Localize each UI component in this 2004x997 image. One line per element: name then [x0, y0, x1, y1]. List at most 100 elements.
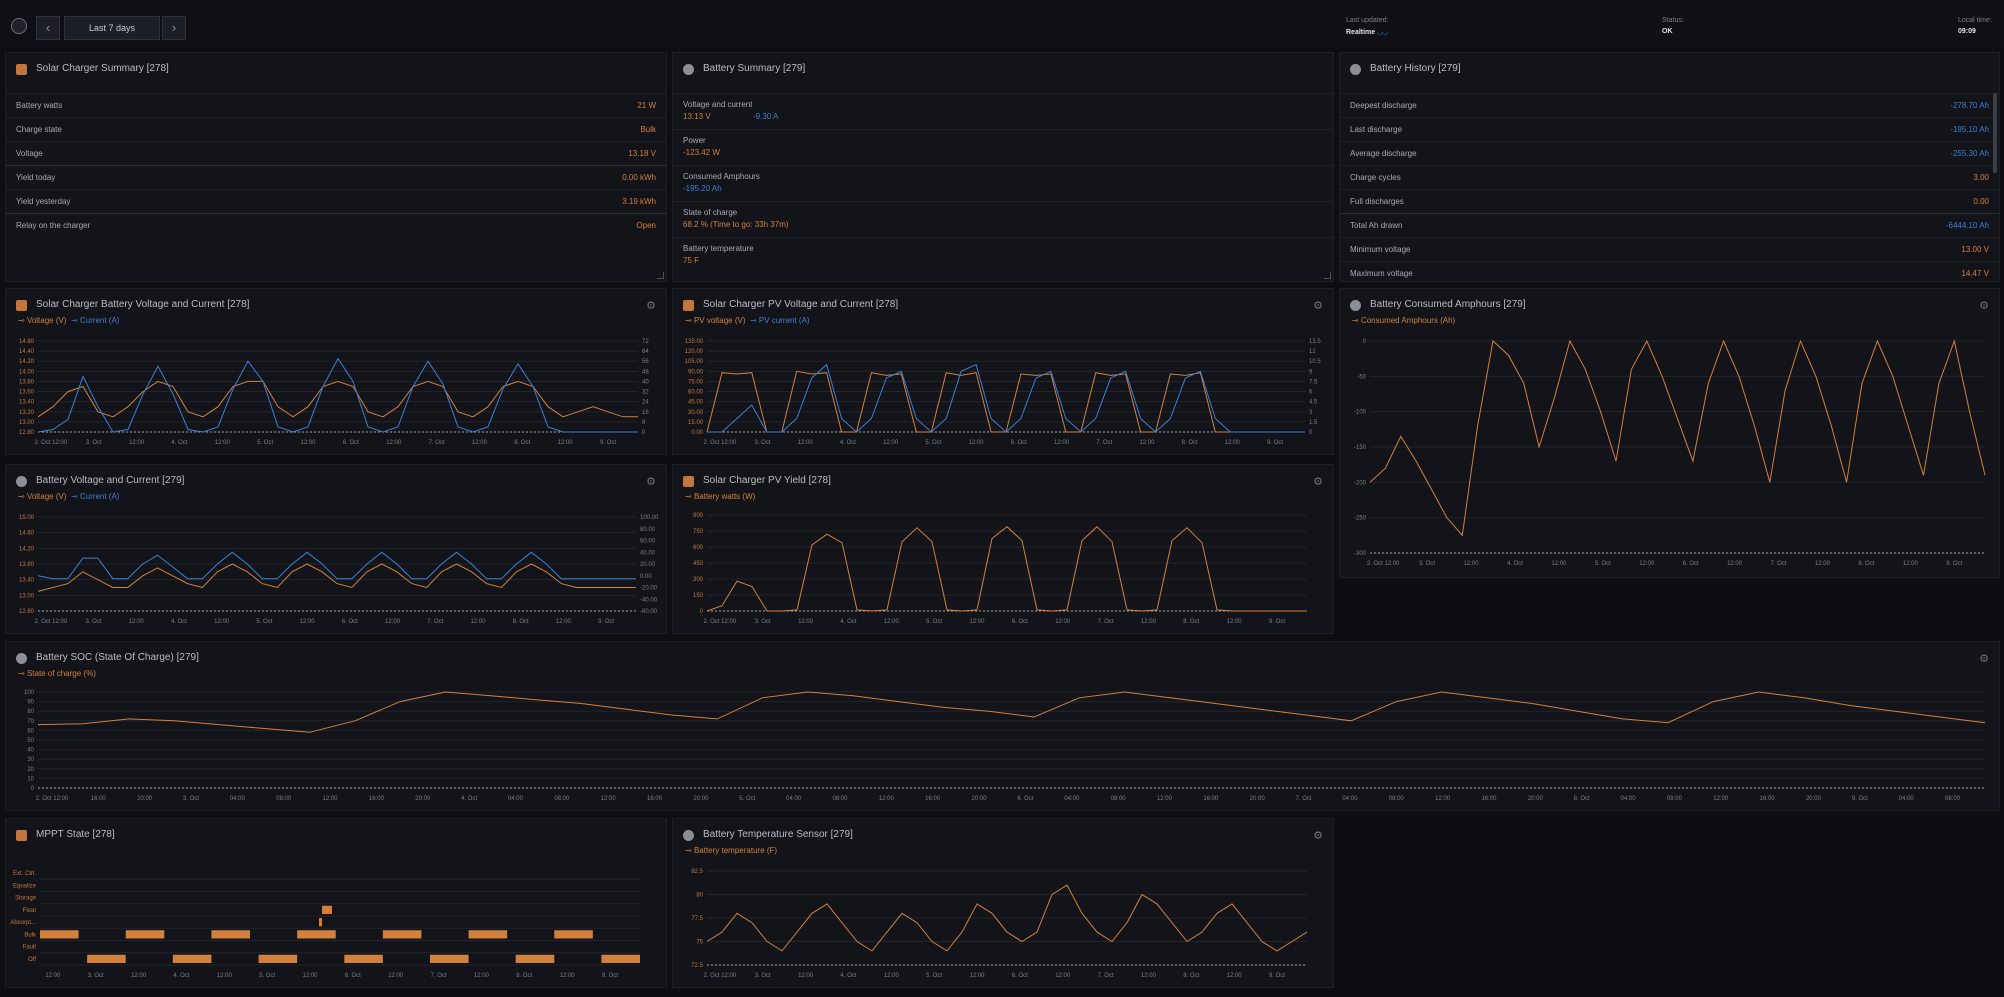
x-tick-label: 12:00: [302, 973, 318, 979]
y-right-tick-label: 12: [1309, 349, 1316, 355]
y-tick-label: 60.00: [688, 390, 704, 396]
legend-consumed[interactable]: ⊸ Consumed Amphours (Ah): [1352, 316, 1455, 325]
x-tick-label: 6. Oct: [1012, 619, 1028, 625]
local-time: Local time: 09:09: [1958, 17, 1992, 35]
battery-icon: [683, 830, 694, 841]
x-tick-label: 12:00: [883, 440, 899, 446]
current-value: -9.30 A: [753, 112, 779, 121]
x-tick-label: 9. Oct: [1267, 440, 1283, 446]
x-tick-label: 6. Oct: [1011, 440, 1027, 446]
solar-charger-icon: [16, 64, 27, 75]
x-tick-label: 6. Oct: [1683, 561, 1699, 567]
legend-soc[interactable]: ⊸ State of charge (%): [18, 669, 96, 678]
x-tick-label: 12:00: [969, 619, 985, 625]
logo-icon[interactable]: [11, 18, 27, 34]
x-tick-label: 7. Oct: [1098, 619, 1114, 625]
x-tick-label: 12:00: [385, 619, 401, 625]
solar-charger-icon: [16, 300, 27, 311]
y-right-tick-label: 1.5: [1309, 420, 1318, 426]
gear-icon[interactable]: ⚙: [1313, 299, 1323, 312]
x-tick-label: 9. Oct: [602, 973, 618, 979]
scrollbar[interactable]: [1993, 93, 1997, 173]
y-right-tick-label: 48: [642, 369, 649, 375]
y-right-tick-label: 9: [1309, 369, 1313, 375]
y-tick-label: 900: [693, 513, 704, 519]
mppt-state-panel: Ext. Ctrl. Equalize Storage Float Absorpt...…: [5, 818, 667, 988]
x-tick-label: 12:00: [386, 440, 402, 446]
bulk-bar: [382, 930, 422, 939]
x-tick-label: 7. Oct: [1096, 440, 1112, 446]
list-item: Battery watts 21 W: [6, 93, 666, 117]
y-tick-label: 600: [693, 545, 704, 551]
x-tick-label: 2. Oct 12:00: [704, 973, 737, 979]
x-tick-label: 4. Oct: [840, 619, 856, 625]
legend-voltage[interactable]: ⊸ Voltage (V): [18, 492, 67, 501]
y-right-tick-label: 0: [1309, 430, 1313, 436]
legend-pv-voltage[interactable]: ⊸ PV voltage (V): [685, 316, 746, 325]
x-tick-label: 04:00: [786, 796, 802, 802]
time-range-button[interactable]: Last 7 days: [64, 16, 160, 40]
battery-icon: [1350, 64, 1361, 75]
y-right-tick-label: 80.00: [640, 527, 656, 533]
gear-icon[interactable]: ⚙: [1313, 475, 1323, 488]
legend-voltage[interactable]: ⊸ Voltage (V): [18, 316, 67, 325]
x-tick-label: 12:00: [300, 619, 316, 625]
y-right-tick-label: 72: [642, 339, 649, 345]
y-tick-label: 70: [27, 719, 34, 725]
legend-battery-watts[interactable]: ⊸ Battery watts (W): [685, 492, 755, 501]
x-tick-label: 2. Oct 12:00: [34, 619, 67, 625]
resize-handle[interactable]: [1324, 272, 1331, 279]
x-tick-label: 12:00: [1225, 440, 1241, 446]
y-right-tick-label: 40.00: [640, 550, 656, 556]
off-bar: [87, 954, 126, 963]
gear-icon[interactable]: ⚙: [1979, 652, 1989, 665]
status-label: Status:: [1662, 17, 1684, 24]
x-tick-label: 12:00: [1435, 796, 1451, 802]
list-item: Minimum voltage 13.00 V: [1340, 237, 1999, 261]
legend-temperature[interactable]: ⊸ Battery temperature (F): [685, 846, 777, 855]
gear-icon[interactable]: ⚙: [646, 299, 656, 312]
chart-svg: 14.60 14.40 14.20 14.00 13.80 13.60 13.40 13.20…: [19, 339, 649, 446]
soc-value: 68.2 % (Time to go: 33h 37m): [683, 220, 789, 229]
local-time-value: 09:09: [1958, 28, 1976, 35]
x-tick-label: 08:00: [276, 796, 292, 802]
chart-svg: 900 750 600 450 300 150 02. Oct 12:00 3. Oct 12:…: [693, 513, 1307, 625]
x-tick-label: 12:00: [472, 440, 488, 446]
y-right-tick-label: 7.5: [1309, 379, 1318, 385]
chart-legend: ⊸ Voltage (V) ⊸ Current (A): [18, 492, 119, 501]
x-tick-label: 2. Oct 12:00: [703, 440, 736, 446]
state-label: Fault: [23, 945, 37, 951]
gear-icon[interactable]: ⚙: [646, 475, 656, 488]
gear-icon[interactable]: ⚙: [1313, 829, 1323, 842]
x-tick-label: 12:00: [474, 973, 490, 979]
x-tick-label: 12:00: [1141, 619, 1157, 625]
legend-pv-current[interactable]: ⊸ PV current (A): [750, 316, 810, 325]
prev-range-button[interactable]: ‹: [36, 16, 60, 40]
y-tick-label: 14.20: [19, 546, 35, 552]
x-tick-label: 12:00: [323, 796, 339, 802]
legend-current[interactable]: ⊸ Current (A): [71, 492, 120, 501]
state-label: Ext. Ctrl.: [13, 871, 36, 877]
legend-current[interactable]: ⊸ Current (A): [71, 316, 120, 325]
x-tick-label: 8. Oct: [514, 440, 530, 446]
chart-svg: 135.00120.00105.0090.0075.0060.0045.0030…: [685, 339, 1322, 446]
x-tick-label: 12:00: [884, 973, 900, 979]
next-range-button[interactable]: ›: [162, 16, 186, 40]
y-right-tick-label: 6: [1309, 390, 1313, 396]
resize-handle[interactable]: [657, 272, 664, 279]
x-tick-label: 7. Oct: [1771, 561, 1787, 567]
power-value: -123.42 W: [683, 148, 720, 157]
x-tick-label: 7. Oct: [427, 619, 443, 625]
y-right-tick-label: -40.00: [640, 597, 658, 603]
y-tick-label: -200: [1354, 480, 1367, 486]
x-tick-label: 20:00: [415, 796, 431, 802]
off-bar: [172, 954, 212, 963]
y-tick-label: 13.40: [19, 578, 35, 584]
y-tick-label: 30: [27, 757, 34, 763]
battery-soc-panel: 100 90 80 70 60 50 40 30 20 10 0 2. Oct 12:00 16:00 2…: [5, 641, 2000, 811]
x-tick-label: 20:00: [1250, 796, 1266, 802]
x-tick-label: 5. Oct: [256, 619, 272, 625]
y-tick-label: -150: [1354, 445, 1367, 451]
gear-icon[interactable]: ⚙: [1979, 299, 1989, 312]
row-label: Full discharges: [1350, 197, 1404, 206]
